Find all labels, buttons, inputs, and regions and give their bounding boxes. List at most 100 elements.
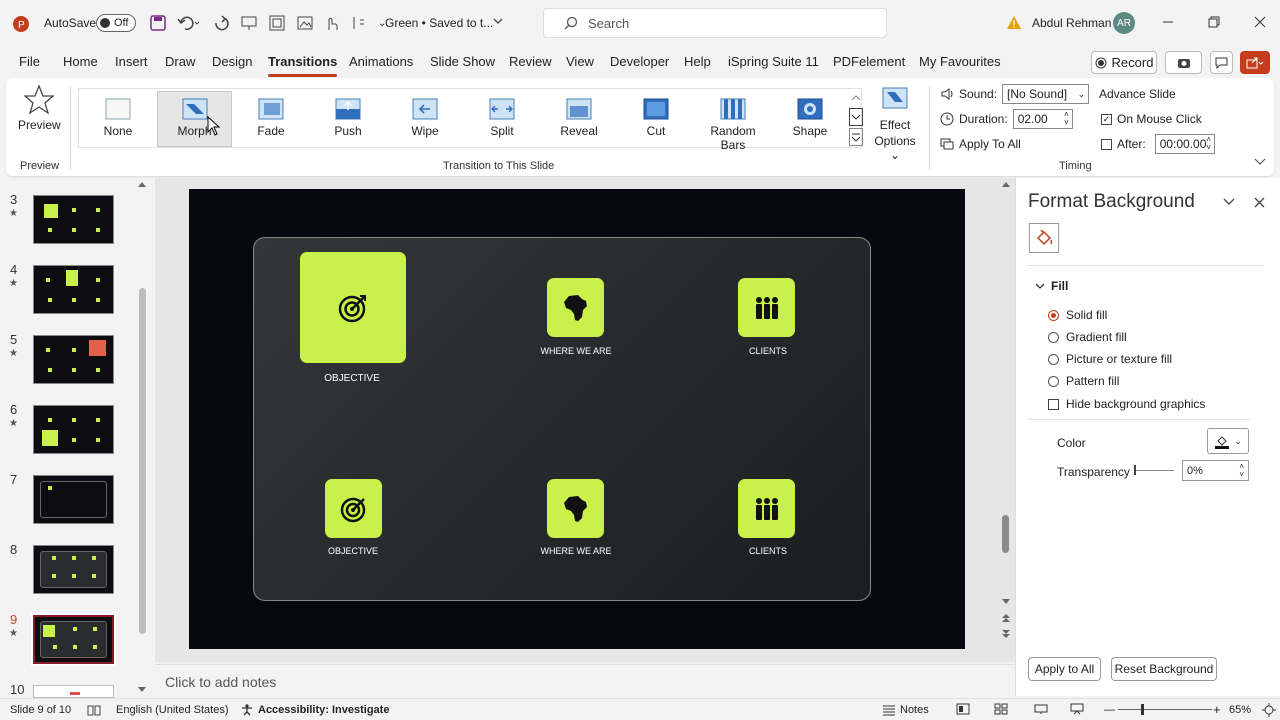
where-we-are-tile[interactable] xyxy=(547,278,604,337)
after-time-input[interactable]: 00:00.00 ˄ ˅ xyxy=(1154,134,1215,154)
redo-icon[interactable] xyxy=(212,14,230,32)
restore-icon[interactable] xyxy=(1208,16,1220,28)
picture-texture-fill-radio[interactable]: Picture or texture fill xyxy=(1048,352,1172,366)
reading-view-icon[interactable] xyxy=(1034,703,1048,715)
spinner-icon[interactable]: ˄ ˅ xyxy=(1239,462,1244,479)
tab-transitions[interactable]: Transitions xyxy=(268,54,338,77)
fit-to-window-icon[interactable] xyxy=(1262,703,1276,717)
language-status[interactable]: English (United States) xyxy=(116,704,229,716)
camera-button[interactable] xyxy=(1165,51,1202,74)
tab-insert[interactable]: Insert xyxy=(115,54,148,69)
document-title[interactable]: Green • Saved to t... xyxy=(385,16,493,30)
minimize-icon[interactable] xyxy=(1162,16,1174,28)
record-button[interactable]: Record xyxy=(1091,51,1157,74)
editor-scroll-down-icon[interactable] xyxy=(1001,598,1011,606)
on-mouse-click-checkbox[interactable]: ✓ On Mouse Click xyxy=(1101,112,1202,126)
transition-split[interactable]: Split xyxy=(467,92,537,146)
tab-design[interactable]: Design xyxy=(212,54,252,69)
normal-view-icon[interactable] xyxy=(956,703,970,715)
zoom-slider[interactable] xyxy=(1118,709,1212,710)
transition-wipe[interactable]: Wipe xyxy=(390,92,460,146)
notes-pane[interactable]: Click to add notes xyxy=(155,664,1015,698)
solid-fill-radio[interactable]: Solid fill xyxy=(1048,308,1107,322)
editor-scroll-up-icon[interactable] xyxy=(1001,180,1011,188)
touch-mode-icon[interactable] xyxy=(322,14,340,32)
where-we-are-tile-2[interactable] xyxy=(547,479,604,538)
transition-push[interactable]: Push xyxy=(313,92,383,146)
tab-slide-show[interactable]: Slide Show xyxy=(430,54,495,69)
slide-thumbnail-3[interactable] xyxy=(33,195,114,244)
slide-canvas[interactable]: OBJECTIVE WHERE WE ARE CLIENTS OBJECTIVE… xyxy=(189,189,965,649)
thumbnail-scrollbar[interactable] xyxy=(139,288,146,634)
pane-close-icon[interactable] xyxy=(1254,197,1265,208)
warning-icon[interactable] xyxy=(1006,15,1022,31)
accessibility-status[interactable]: Accessibility: Investigate xyxy=(241,704,389,716)
save-icon[interactable] xyxy=(149,14,167,32)
zoom-out-icon[interactable]: — xyxy=(1104,704,1115,716)
spelling-icon[interactable] xyxy=(87,704,101,716)
close-icon[interactable] xyxy=(1254,16,1266,28)
transition-shape[interactable]: Shape xyxy=(775,92,845,146)
gallery-more-icon[interactable] xyxy=(849,128,863,146)
gallery-scroll-down-icon[interactable] xyxy=(849,108,863,126)
undo-icon[interactable] xyxy=(176,14,200,32)
checkbox-checked[interactable]: ✓ xyxy=(1101,113,1112,125)
tab-developer[interactable]: Developer xyxy=(610,54,669,69)
hide-background-graphics-checkbox[interactable]: Hide background graphics xyxy=(1048,397,1205,411)
transition-cut[interactable]: Cut xyxy=(621,92,691,146)
editor-scrollbar[interactable] xyxy=(1002,515,1009,553)
previous-slide-icon[interactable] xyxy=(1001,613,1011,623)
slide-thumbnail-10[interactable] xyxy=(33,685,114,698)
tab-draw[interactable]: Draw xyxy=(165,54,195,69)
next-slide-icon[interactable] xyxy=(1001,629,1011,639)
user-name[interactable]: Abdul Rehman xyxy=(1032,16,1111,30)
chevron-down-icon[interactable] xyxy=(492,15,504,27)
sound-select[interactable]: [No Sound] ⌄ xyxy=(1002,84,1090,104)
reset-background-button[interactable]: Reset Background xyxy=(1111,657,1217,681)
tab-home[interactable]: Home xyxy=(63,54,98,69)
pane-options-chevron-icon[interactable] xyxy=(1223,197,1235,207)
spinner-icon[interactable]: ˄ ˅ xyxy=(1064,111,1069,127)
collapse-ribbon-icon[interactable] xyxy=(1254,156,1266,166)
scroll-up-icon[interactable] xyxy=(137,180,147,188)
comments-button[interactable] xyxy=(1210,51,1233,74)
effect-options-button[interactable]: Effect Options ⌄ xyxy=(870,86,920,162)
slide-sorter-icon[interactable] xyxy=(994,703,1008,715)
clients-tile[interactable] xyxy=(738,278,795,337)
clients-tile-2[interactable] xyxy=(738,479,795,538)
slide-thumbnail-5[interactable] xyxy=(33,335,114,384)
search-input[interactable]: Search xyxy=(543,8,887,38)
zoom-in-icon[interactable]: + xyxy=(1213,702,1221,717)
spinner-icon[interactable]: ˄ ˅ xyxy=(1206,136,1211,152)
slide-thumbnail-8[interactable] xyxy=(33,545,114,594)
transparency-slider[interactable] xyxy=(1134,470,1174,471)
transition-none[interactable]: None xyxy=(83,92,153,146)
zoom-slider-handle[interactable] xyxy=(1141,704,1144,715)
transition-reveal[interactable]: Reveal xyxy=(544,92,614,146)
objective-tile[interactable] xyxy=(300,252,406,363)
autosave-toggle[interactable]: Off xyxy=(96,14,136,32)
slide-show-icon[interactable] xyxy=(1070,703,1084,715)
slide-thumbnail-4[interactable] xyxy=(33,265,114,314)
slide-thumbnail-7[interactable] xyxy=(33,475,114,524)
color-picker-button[interactable]: ⌄ xyxy=(1207,428,1249,454)
new-slide-icon[interactable] xyxy=(268,14,286,32)
tab-file[interactable]: File xyxy=(19,54,40,69)
transparency-input[interactable]: 0% ˄ ˅ xyxy=(1182,460,1249,481)
gallery-scroll-up-icon[interactable] xyxy=(849,90,863,106)
after-checkbox[interactable] xyxy=(1101,138,1112,150)
slider-handle[interactable] xyxy=(1134,465,1136,475)
transition-fade[interactable]: Fade xyxy=(236,92,306,146)
transition-random-bars[interactable]: Random Bars xyxy=(698,92,768,152)
tab-help[interactable]: Help xyxy=(684,54,711,69)
duration-input[interactable]: 02.00 ˄ ˅ xyxy=(1012,109,1073,129)
tab-my-favourites[interactable]: My Favourites xyxy=(919,54,1001,69)
pattern-fill-radio[interactable]: Pattern fill xyxy=(1048,374,1119,388)
zoom-level[interactable]: 65% xyxy=(1229,704,1251,716)
tab-review[interactable]: Review xyxy=(509,54,552,69)
apply-to-all-button[interactable]: Apply To All xyxy=(940,137,1021,151)
preview-button[interactable]: Preview xyxy=(18,84,61,132)
tab-view[interactable]: View xyxy=(566,54,594,69)
fill-tab-button[interactable] xyxy=(1029,223,1059,253)
scroll-down-icon[interactable] xyxy=(137,686,147,694)
